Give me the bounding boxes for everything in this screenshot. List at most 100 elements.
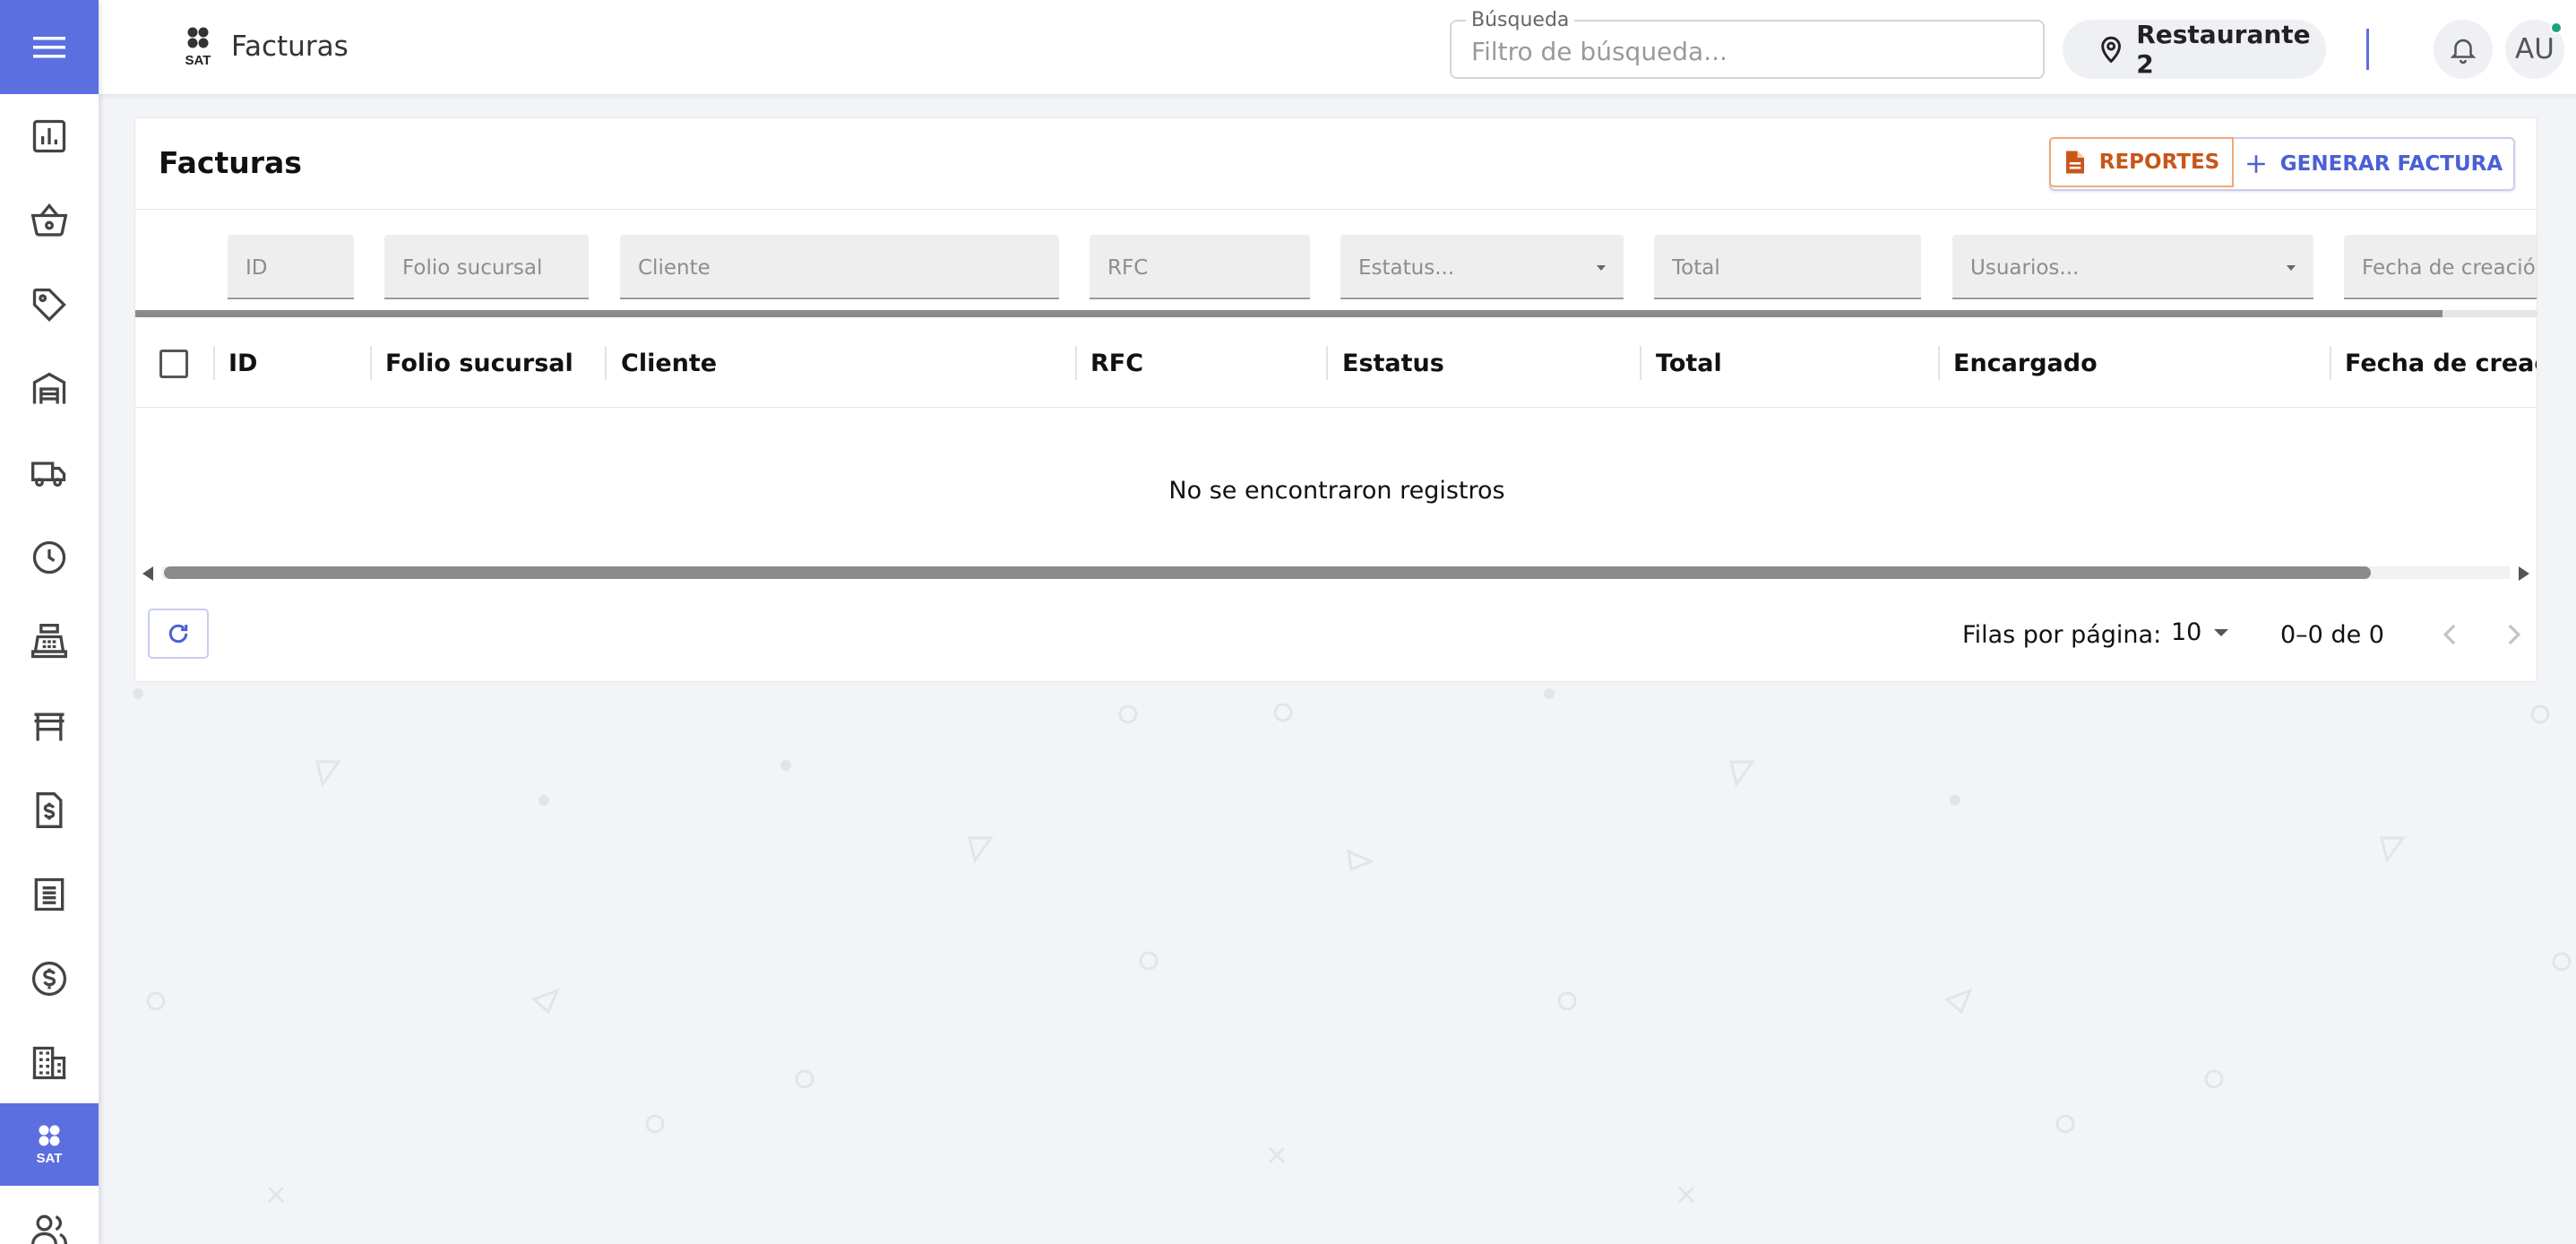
sidebar-item-cash-register[interactable] (0, 600, 99, 683)
tag-icon (32, 288, 66, 322)
pagination-range: 0–0 de 0 (2280, 621, 2384, 649)
document-icon (2065, 151, 2084, 174)
branch-selector-button[interactable]: Restaurante 2 (2063, 20, 2326, 79)
scroll-right-arrow-icon[interactable] (2519, 566, 2529, 581)
filter-rfc-input[interactable] (1107, 255, 1283, 281)
sidebar-item-suppliers[interactable] (0, 432, 99, 514)
loading-progress-fill (135, 310, 2442, 317)
chevron-right-icon (2508, 624, 2521, 645)
filter-folio[interactable] (384, 235, 589, 299)
building-icon (32, 1046, 66, 1080)
horizontal-scrollbar[interactable] (135, 559, 2537, 586)
hamburger-icon (33, 36, 65, 57)
filter-total-input[interactable] (1672, 255, 1894, 281)
sidebar: SAT (0, 0, 99, 1244)
bar-chart-icon (32, 119, 66, 153)
avatar-initials: AU (2515, 33, 2554, 65)
svg-text:SAT: SAT (37, 1151, 63, 1166)
filter-usuarios-select[interactable] (1970, 255, 2287, 281)
filter-total[interactable] (1654, 235, 1921, 299)
bell-icon (2450, 39, 2477, 65)
refresh-icon (168, 624, 188, 644)
dollar-circle-icon (31, 961, 67, 997)
select-all-checkbox[interactable] (159, 350, 188, 378)
sidebar-item-users[interactable] (0, 1188, 99, 1244)
column-separator (605, 346, 607, 380)
filter-cliente-input[interactable] (638, 255, 1032, 281)
empty-state-message: No se encontraron registros (1168, 477, 1505, 505)
location-pin-icon (2101, 36, 2121, 64)
search-label: Búsqueda (1466, 9, 1575, 31)
sat-logo-icon: SAT (37, 1125, 63, 1166)
filter-fecha[interactable] (2344, 235, 2537, 299)
rows-per-page-value: 10 (2171, 618, 2202, 646)
sidebar-item-products[interactable] (0, 263, 99, 346)
sidebar-item-sat[interactable]: SAT (0, 1103, 99, 1186)
reports-button[interactable]: REPORTES (2049, 137, 2234, 187)
sidebar-item-tables[interactable] (0, 685, 99, 767)
search-input[interactable] (1471, 34, 2027, 68)
top-divider (2366, 29, 2369, 70)
loading-progress-bar (135, 310, 2537, 317)
column-separator (1326, 346, 1328, 380)
menu-toggle-button[interactable] (0, 0, 99, 94)
action-button-group: REPORTES GENERAR FACTURA (2049, 137, 2515, 191)
table-furniture-icon (34, 713, 65, 741)
sidebar-item-warehouse[interactable] (0, 348, 99, 430)
refresh-button[interactable] (148, 609, 209, 659)
invoice-dollar-icon (36, 792, 63, 828)
column-header-rfc[interactable]: RFC (1090, 350, 1143, 377)
invoices-card: Facturas REPORTES GENERAR FACTURA ID Fol… (134, 117, 2537, 682)
filter-folio-input[interactable] (402, 255, 562, 281)
column-separator (370, 346, 372, 380)
plus-icon (2247, 155, 2265, 173)
online-status-dot (2550, 22, 2563, 34)
filter-estatus-select[interactable] (1358, 255, 1597, 281)
next-page-button[interactable] (2495, 617, 2531, 652)
previous-page-button[interactable] (2433, 617, 2468, 652)
filter-id[interactable] (228, 235, 354, 299)
rows-per-page-label: Filas por página: (1962, 621, 2162, 649)
cash-register-icon (31, 624, 67, 659)
clock-icon (32, 540, 66, 574)
rows-per-page-select[interactable]: 10 (2171, 618, 2229, 646)
column-separator (1938, 346, 1940, 380)
chevron-down-icon (2214, 628, 2229, 636)
column-header-id[interactable]: ID (228, 350, 257, 377)
top-bar: SAT Facturas Búsqueda Restaurante 2 AU (99, 0, 2576, 94)
generate-invoice-label: GENERAR FACTURA (2279, 152, 2503, 176)
sidebar-item-receipts[interactable] (0, 853, 99, 936)
column-separator (1640, 346, 1641, 380)
sidebar-item-reports[interactable] (0, 95, 99, 177)
column-header-cliente[interactable]: Cliente (621, 350, 717, 377)
sat-logo: SAT (185, 27, 211, 68)
filter-cliente[interactable] (620, 235, 1059, 299)
table-header-divider (135, 407, 2537, 408)
sidebar-item-branches[interactable] (0, 1022, 99, 1104)
filter-estatus[interactable] (1340, 235, 1624, 299)
page-title: Facturas (231, 30, 349, 63)
filter-id-input[interactable] (246, 255, 327, 281)
scrollbar-thumb[interactable] (164, 566, 2371, 579)
users-icon (31, 1214, 67, 1244)
filter-rfc[interactable] (1090, 235, 1310, 299)
sidebar-item-sales[interactable] (0, 179, 99, 262)
svg-text:SAT: SAT (185, 53, 211, 68)
user-avatar[interactable]: AU (2505, 20, 2564, 79)
filter-usuarios[interactable] (1952, 235, 2313, 299)
header-divider (135, 209, 2537, 210)
filter-fecha-input[interactable] (2362, 255, 2537, 281)
column-header-estatus[interactable]: Estatus (1342, 350, 1444, 377)
column-header-folio[interactable]: Folio sucursal (385, 350, 573, 377)
generate-invoice-button[interactable]: GENERAR FACTURA (2234, 139, 2513, 189)
column-header-total[interactable]: Total (1656, 350, 1722, 377)
sidebar-item-invoices-dollar[interactable] (0, 769, 99, 851)
warehouse-icon (32, 372, 66, 404)
notifications-button[interactable] (2434, 20, 2493, 79)
column-header-fecha[interactable]: Fecha de creació (2345, 350, 2537, 377)
search-field[interactable]: Búsqueda (1450, 9, 2045, 79)
column-header-encargado[interactable]: Encargado (1953, 350, 2098, 377)
scroll-left-arrow-icon[interactable] (142, 566, 153, 581)
sidebar-item-payments[interactable] (0, 937, 99, 1020)
sidebar-item-history[interactable] (0, 516, 99, 599)
